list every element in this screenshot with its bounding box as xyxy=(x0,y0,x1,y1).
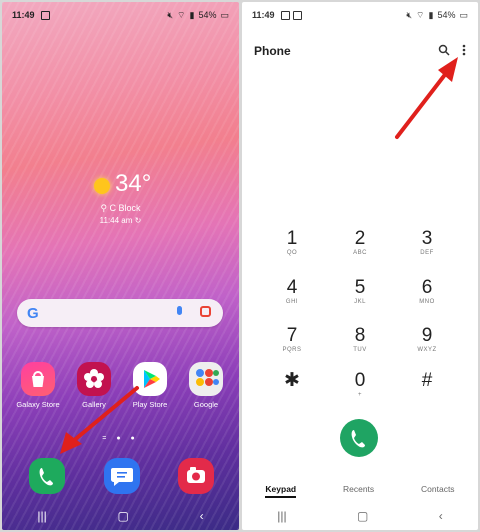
dial-key[interactable]: 0 + xyxy=(335,371,385,400)
dial-key[interactable]: 6 MNO xyxy=(402,278,452,307)
home-screen: 11:49 🔇︎ ⌔ ▮ 54% ▭ 34° ⚲ C Block 11:44 a… xyxy=(2,2,239,530)
location-pin-icon: ⚲ xyxy=(100,203,110,213)
recent-apps-icon[interactable]: ||| xyxy=(277,509,286,523)
dial-key-digit: 4 xyxy=(286,277,298,298)
dial-key-letters: GHI xyxy=(285,299,299,305)
dial-key-digit: 3 xyxy=(421,228,433,249)
dock-phone[interactable] xyxy=(23,458,71,498)
battery-text: 54% xyxy=(437,10,456,20)
dial-key[interactable]: 7 PQRS xyxy=(267,326,317,355)
dial-key[interactable]: ✱ xyxy=(267,371,317,400)
dial-key-digit: 8 xyxy=(354,325,366,346)
weather-location: C Block xyxy=(109,203,141,213)
notification-icon xyxy=(40,10,50,20)
lens-icon[interactable] xyxy=(200,306,211,317)
status-bar: 11:49 🔇︎ ⌔ ▮ 54% ▭ xyxy=(2,2,239,28)
mic-icon[interactable] xyxy=(177,306,182,315)
nav-bar: ||| ▢ ‹ xyxy=(242,502,478,530)
weather-temp: 34° xyxy=(115,170,152,197)
dock-camera[interactable] xyxy=(172,458,220,498)
dial-key-digit: 7 xyxy=(286,325,298,346)
mute-icon: 🔇︎ xyxy=(167,9,174,20)
app-google-folder[interactable]: Google xyxy=(182,362,230,409)
wifi-icon: ⌔ xyxy=(416,9,425,20)
tab-recents[interactable]: Recents xyxy=(343,484,374,498)
status-time: 11:49 xyxy=(252,10,275,20)
battery-text: 54% xyxy=(198,10,217,20)
signal-icon: ▮ xyxy=(189,9,195,20)
dial-key-letters: DEF xyxy=(420,250,434,256)
dial-key-digit: 1 xyxy=(286,228,298,249)
dial-key-digit: ✱ xyxy=(284,370,300,391)
camera-icon xyxy=(178,458,214,494)
status-time: 11:49 xyxy=(12,10,35,20)
dial-key-letters xyxy=(402,392,452,400)
dial-key-letters: TUV xyxy=(353,347,367,353)
refresh-icon[interactable]: ↻ xyxy=(132,216,142,225)
sun-icon xyxy=(94,178,110,194)
dial-key-letters xyxy=(267,392,317,400)
dial-key-digit: 9 xyxy=(421,325,433,346)
gallery-notification-icon xyxy=(280,10,290,20)
tab-keypad[interactable]: Keypad xyxy=(265,484,297,498)
dial-key[interactable]: 5 JKL xyxy=(335,278,385,307)
dial-key-letters: PQRS xyxy=(282,347,302,353)
wifi-icon: ⌔ xyxy=(177,9,186,20)
phone-icon xyxy=(29,458,65,494)
dial-key[interactable]: 3 DEF xyxy=(402,229,452,258)
status-bar: 11:49 🔇︎ ⌔ ▮ 54% ▭ xyxy=(242,2,478,28)
page-title: Phone xyxy=(254,44,291,58)
app-label: Google xyxy=(193,400,219,409)
arrow-to-phone-icon xyxy=(60,386,139,454)
weather-updated-time: 11:44 am xyxy=(99,216,133,225)
arrow-to-more-options xyxy=(395,57,458,139)
messages-icon xyxy=(104,458,140,494)
back-icon[interactable]: ‹ xyxy=(200,509,204,523)
dial-key[interactable]: 1 QO xyxy=(267,229,317,258)
bottom-tabs: Keypad Recents Contacts xyxy=(242,484,478,498)
dial-key-letters: QO xyxy=(286,250,298,256)
home-icon[interactable]: ▢ xyxy=(357,509,368,523)
google-search-bar[interactable]: G xyxy=(17,299,223,327)
dial-key-letters: ABC xyxy=(353,250,367,256)
dial-key-digit: # xyxy=(421,370,433,391)
recent-apps-icon[interactable]: ||| xyxy=(37,509,46,523)
mute-icon: 🔇︎ xyxy=(406,9,413,20)
notification-icon xyxy=(292,10,302,20)
call-icon xyxy=(351,430,365,448)
dial-key-digit: 6 xyxy=(421,277,433,298)
dial-key[interactable]: 8 TUV xyxy=(335,326,385,355)
google-folder-icon xyxy=(189,362,223,396)
dial-key[interactable]: # xyxy=(402,371,452,400)
nav-bar: ||| ▢ ‹ xyxy=(2,502,239,530)
tab-contacts[interactable]: Contacts xyxy=(421,484,455,498)
signal-icon: ▮ xyxy=(428,9,434,20)
google-logo-icon: G xyxy=(27,305,39,322)
dial-key-digit: 5 xyxy=(354,277,366,298)
back-icon[interactable]: ‹ xyxy=(439,509,443,523)
dial-key-letters: WXYZ xyxy=(417,347,437,353)
phone-app: 11:49 🔇︎ ⌔ ▮ 54% ▭ Phone 1 QO 2 ABC 3 DEF 4 GHI… xyxy=(242,2,478,530)
home-icon[interactable]: ▢ xyxy=(118,509,129,523)
dial-key-letters: MNO xyxy=(419,299,435,305)
dial-key-letters: JKL xyxy=(354,299,366,305)
battery-icon: ▭ xyxy=(220,9,229,20)
battery-icon: ▭ xyxy=(459,9,468,20)
dial-key-letters: + xyxy=(357,392,362,398)
call-button[interactable] xyxy=(340,419,378,457)
dial-key[interactable]: 2 ABC xyxy=(335,229,385,258)
dial-key[interactable]: 9 WXYZ xyxy=(402,326,452,355)
dock-messages[interactable] xyxy=(98,458,146,498)
dial-key-digit: 0 xyxy=(354,370,366,391)
dial-key[interactable]: 4 GHI xyxy=(267,278,317,307)
dial-key-digit: 2 xyxy=(354,228,366,249)
